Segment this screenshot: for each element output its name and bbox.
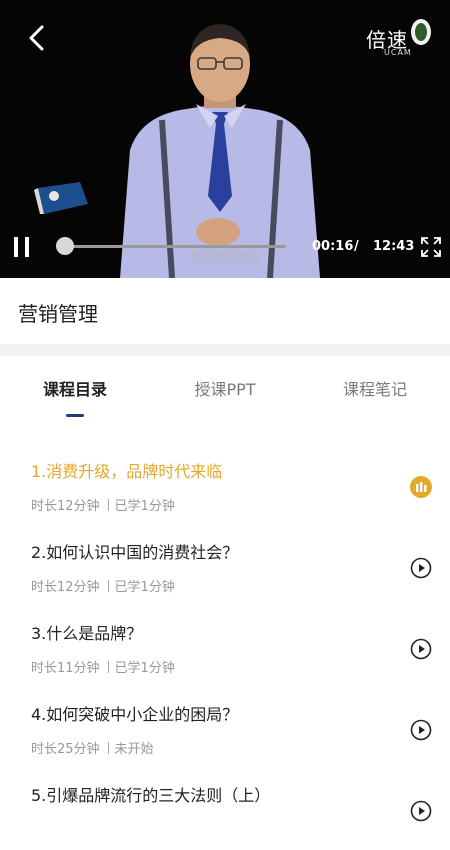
section-divider	[0, 344, 450, 356]
lesson-title: 1.消费升级，品牌时代来临	[31, 462, 223, 481]
lesson-title: 2.如何认识中国的消费社会？	[31, 543, 239, 562]
meta-divider	[107, 499, 109, 511]
lesson-status: 已学1分钟	[114, 499, 175, 514]
lesson-item[interactable]: 4.如何突破中小企业的困局？ 时长25分钟 未开始	[0, 689, 450, 769]
play-icon[interactable]	[410, 800, 432, 822]
lesson-meta: 时长11分钟 已学1分钟	[31, 657, 175, 676]
now-playing-icon[interactable]	[410, 476, 432, 498]
play-icon[interactable]	[410, 719, 432, 741]
lesson-duration: 时长25分钟	[31, 742, 100, 757]
lesson-item[interactable]: 2.如何认识中国的消费社会？ 时长12分钟 已学1分钟	[0, 527, 450, 607]
ucam-logo: 倍速 UCAM	[366, 18, 436, 62]
tab-lecture-ppt[interactable]: 授课PPT	[150, 376, 300, 400]
play-icon[interactable]	[410, 638, 432, 660]
lesson-status: 未开始	[114, 742, 154, 757]
lesson-meta: 时长25分钟 未开始	[31, 738, 154, 757]
ucam-sign	[34, 182, 88, 214]
video-subtitle: 各位学员朋友	[188, 250, 261, 264]
back-button[interactable]	[22, 22, 54, 54]
lesson-item[interactable]: 3.什么是品牌？ 时长11分钟 已学1分钟	[0, 608, 450, 688]
lesson-status: 已学1分钟	[114, 661, 175, 676]
lesson-duration: 时长11分钟	[31, 661, 100, 676]
course-title: 营销管理	[18, 302, 98, 326]
lesson-duration: 时长12分钟	[31, 580, 100, 595]
back-icon	[29, 25, 44, 51]
lesson-title: 3.什么是品牌？	[31, 624, 143, 643]
lesson-item[interactable]: 1.消费升级，品牌时代来临 时长12分钟 已学1分钟	[0, 446, 450, 526]
lesson-title: 5.引爆品牌流行的三大法则（上）	[31, 786, 271, 805]
meta-divider	[107, 580, 109, 592]
tab-indicator	[66, 414, 84, 417]
meta-divider	[107, 661, 109, 673]
lesson-meta: 时长12分钟 已学1分钟	[31, 576, 175, 595]
lesson-item[interactable]: 5.引爆品牌流行的三大法则（上）	[0, 770, 450, 850]
tab-course-catalog[interactable]: 课程目录	[0, 376, 150, 400]
lesson-duration: 时长12分钟	[31, 499, 100, 514]
lesson-title: 4.如何突破中小企业的困局？	[31, 705, 239, 724]
play-icon[interactable]	[410, 557, 432, 579]
tab-course-notes[interactable]: 课程笔记	[300, 376, 450, 400]
emblem-icon	[411, 19, 431, 45]
lesson-meta: 时长12分钟 已学1分钟	[31, 495, 175, 514]
video-player[interactable]: 倍速 UCAM 00:16 / 12:43 各位学员朋友	[0, 0, 450, 278]
meta-divider	[107, 742, 109, 754]
logo-subtext: UCAM	[384, 48, 412, 57]
tab-bar: 课程目录 授课PPT 课程笔记	[0, 356, 450, 426]
lesson-status: 已学1分钟	[114, 580, 175, 595]
